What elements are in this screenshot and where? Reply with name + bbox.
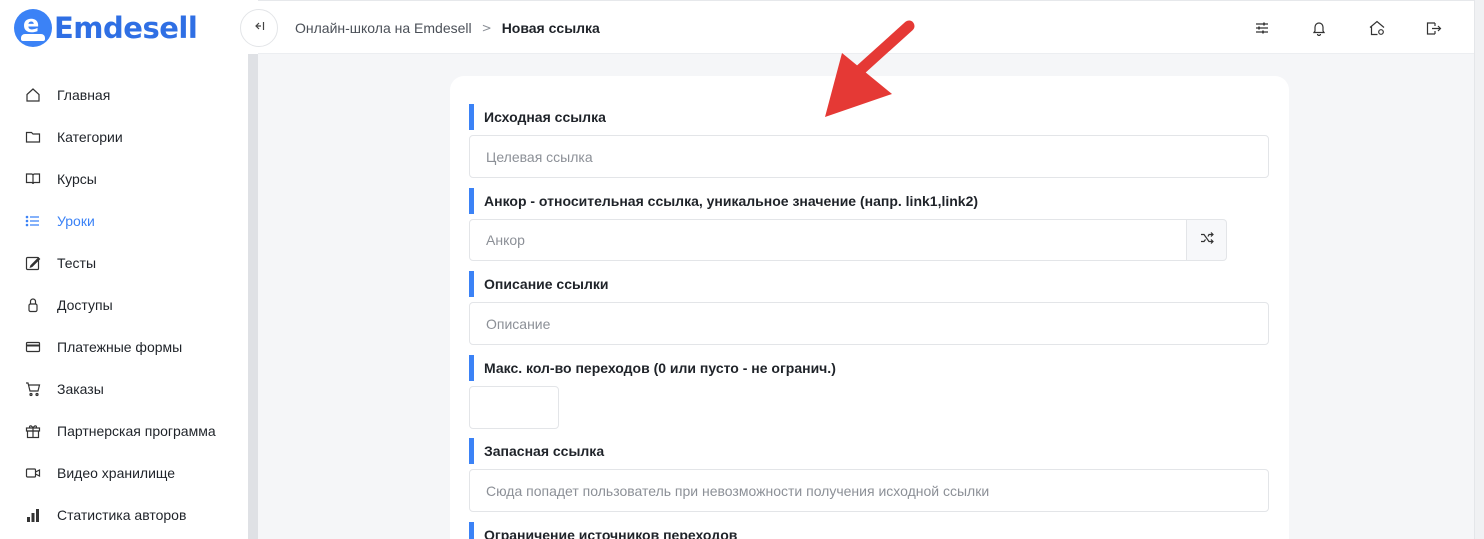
sidebar-item-label: Категории	[57, 129, 123, 145]
sliders-icon[interactable]	[1252, 18, 1272, 38]
sidebar-item-courses[interactable]: Курсы	[0, 158, 248, 200]
sidebar-item-author-stats[interactable]: Статистика авторов	[0, 494, 248, 536]
description-label: Описание ссылки	[469, 271, 608, 297]
anchor-input[interactable]	[469, 219, 1187, 261]
collapse-icon	[253, 20, 265, 36]
max-transitions-label: Макс. кол-во переходов (0 или пусто - не…	[469, 355, 836, 381]
sidebar-scrollbar[interactable]	[248, 54, 258, 539]
source-link-input[interactable]	[469, 135, 1269, 178]
video-icon	[24, 465, 41, 482]
annotation-arrow-icon	[825, 20, 915, 117]
folder-icon	[24, 129, 41, 146]
sidebar-item-label: Статистика авторов	[57, 507, 187, 523]
sidebar-menu: Главная Категории Курсы Уроки Тесты Дост…	[0, 74, 248, 536]
description-input[interactable]	[469, 302, 1269, 345]
anchor-label: Анкор - относительная ссылка, уникальное…	[469, 188, 978, 214]
sidebar-item-affiliate[interactable]: Партнерская программа	[0, 410, 248, 452]
sidebar-item-home[interactable]: Главная	[0, 74, 248, 116]
max-transitions-input[interactable]	[469, 386, 559, 429]
logo-text: Emdesell	[54, 11, 198, 45]
home-settings-icon[interactable]	[1367, 18, 1387, 38]
breadcrumb-parent-link[interactable]: Онлайн-школа на Emdesell	[295, 20, 472, 36]
fallback-link-input[interactable]	[469, 469, 1269, 512]
fallback-link-label: Запасная ссылка	[469, 438, 604, 464]
sidebar-item-label: Доступы	[57, 297, 113, 313]
book-icon	[24, 171, 41, 188]
sidebar-item-label: Видео хранилище	[57, 465, 176, 481]
logout-icon[interactable]	[1423, 18, 1443, 38]
sidebar: e Emdesell Главная Категории Курсы Уроки…	[0, 0, 258, 539]
list-icon	[24, 213, 41, 230]
sidebar-item-orders[interactable]: Заказы	[0, 368, 248, 410]
credit-card-icon	[24, 339, 41, 356]
collapse-sidebar-button[interactable]	[240, 9, 278, 47]
source-restriction-label: Ограничение источников переходов	[469, 522, 737, 539]
sidebar-item-categories[interactable]: Категории	[0, 116, 248, 158]
logo-icon: e	[14, 9, 52, 47]
sidebar-item-label: Заказы	[57, 381, 104, 397]
sidebar-item-label: Уроки	[57, 213, 95, 229]
breadcrumb-current: Новая ссылка	[501, 20, 600, 36]
sidebar-item-label: Курсы	[57, 171, 97, 187]
breadcrumb: Онлайн-школа на Emdesell > Новая ссылка	[295, 20, 600, 36]
lock-icon	[24, 297, 41, 314]
sidebar-item-label: Главная	[57, 87, 111, 103]
bell-icon[interactable]	[1309, 18, 1329, 38]
home-icon	[24, 87, 41, 104]
gift-icon	[24, 423, 41, 440]
sidebar-item-label: Партнерская программа	[57, 423, 216, 439]
sidebar-item-access[interactable]: Доступы	[0, 284, 248, 326]
logo[interactable]: e Emdesell	[14, 9, 198, 47]
sidebar-item-label: Тесты	[57, 255, 97, 271]
bar-chart-icon	[24, 507, 41, 524]
new-link-form: Исходная ссылка Анкор - относительная сс…	[450, 76, 1289, 539]
page-scrollbar[interactable]	[1474, 0, 1484, 539]
sidebar-item-video-storage[interactable]: Видео хранилище	[0, 452, 248, 494]
sidebar-item-payment-forms[interactable]: Платежные формы	[0, 326, 248, 368]
sidebar-item-lessons[interactable]: Уроки	[0, 200, 248, 242]
sidebar-item-tests[interactable]: Тесты	[0, 242, 248, 284]
edit-icon	[24, 255, 41, 272]
source-link-label: Исходная ссылка	[469, 104, 606, 130]
breadcrumb-separator: >	[481, 21, 492, 35]
generate-anchor-button[interactable]	[1187, 219, 1227, 261]
shuffle-icon	[1200, 231, 1214, 250]
cart-icon	[24, 381, 41, 398]
sidebar-item-label: Платежные формы	[57, 339, 183, 355]
